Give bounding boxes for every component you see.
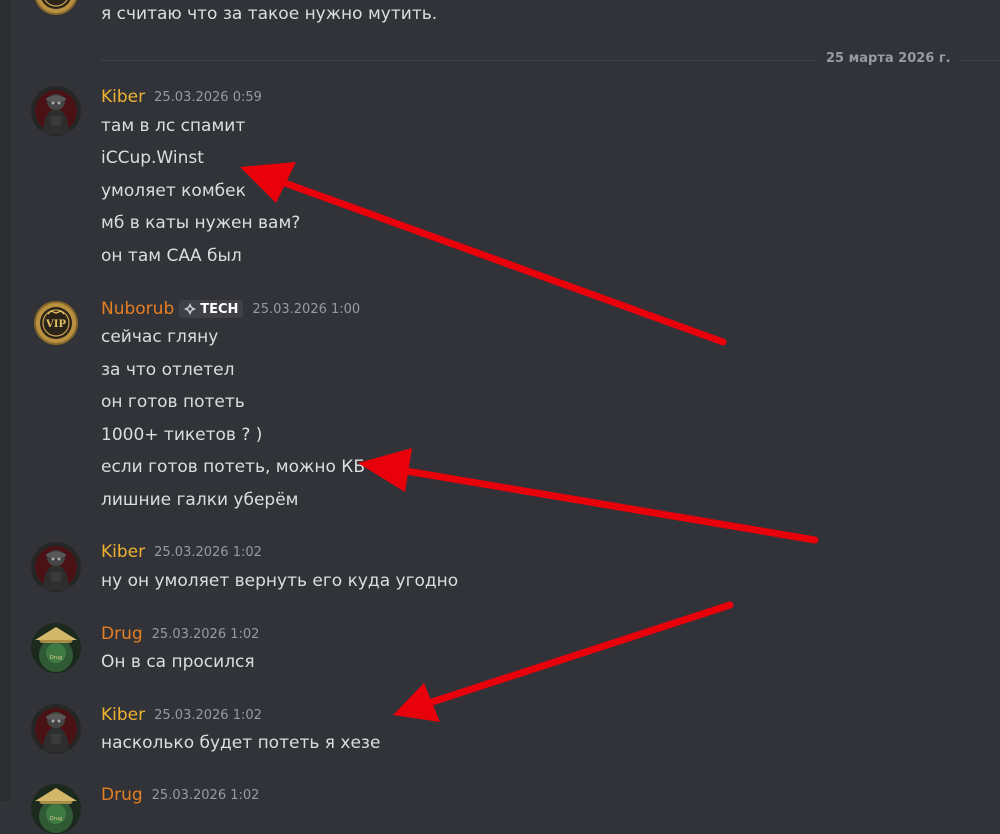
arrow-3 xyxy=(393,601,734,722)
message-text: насколько будет потеть я хезе xyxy=(101,733,381,753)
message-header: Kiber 25.03.2026 0:59 xyxy=(101,86,262,108)
message-header: Kiber 25.03.2026 1:02 xyxy=(101,541,262,563)
message-text: он готов потеть xyxy=(101,392,245,412)
avatar[interactable] xyxy=(31,542,81,592)
arrow-2 xyxy=(358,448,819,544)
author-name[interactable]: Drug xyxy=(101,785,143,805)
message-header: Drug 25.03.2026 1:02 xyxy=(101,784,259,806)
avatar[interactable] xyxy=(31,86,81,136)
author-name[interactable]: Kiber xyxy=(101,87,145,107)
timestamp[interactable]: 25.03.2026 0:59 xyxy=(154,90,262,105)
date-divider-label: 25 марта 2026 г. xyxy=(816,51,961,66)
message-text: там в лс спамит xyxy=(101,116,246,136)
avatar[interactable] xyxy=(31,298,81,348)
message-text: умоляет комбек xyxy=(101,181,246,201)
message-text: он там САА был xyxy=(101,246,242,266)
avatar[interactable] xyxy=(31,0,81,18)
timestamp[interactable]: 25.03.2026 1:02 xyxy=(152,788,260,803)
role-tag[interactable]: TECH xyxy=(179,300,244,318)
timestamp[interactable]: 25.03.2026 1:02 xyxy=(154,708,262,723)
author-name[interactable]: Kiber xyxy=(101,542,145,562)
message-text: iCCup.Winst xyxy=(101,148,204,168)
message-text: я считаю что за такое нужно мутить. xyxy=(101,4,438,24)
timestamp[interactable]: 25.03.2026 1:02 xyxy=(152,627,260,642)
left-panel-edge xyxy=(0,0,11,801)
timestamp[interactable]: 25.03.2026 1:02 xyxy=(154,545,262,560)
author-name[interactable]: Nuborub xyxy=(101,299,174,319)
author-name[interactable]: Kiber xyxy=(101,705,145,725)
message-text: лишние галки уберём xyxy=(101,490,299,510)
message-text: Он в са просился xyxy=(101,652,255,672)
message-text: ну он умоляет вернуть его куда угодно xyxy=(101,571,459,591)
message-text: мб в каты нужен вам? xyxy=(101,213,301,233)
message-header: Kiber 25.03.2026 1:02 xyxy=(101,704,262,726)
message-text: за что отлетел xyxy=(101,360,235,380)
message-header: Drug 25.03.2026 1:02 xyxy=(101,623,259,645)
role-tag-label: TECH xyxy=(200,301,239,317)
author-name[interactable]: Drug xyxy=(101,624,143,644)
message-text: 1000+ тикетов ? ) xyxy=(101,425,263,445)
avatar[interactable] xyxy=(31,623,81,673)
message-text: если готов потеть, можно КБ xyxy=(101,457,365,477)
message-text: сейчас гляну xyxy=(101,327,219,347)
avatar[interactable] xyxy=(31,704,81,754)
message-header: Nuborub TECH 25.03.2026 1:00 xyxy=(101,298,360,320)
avatar[interactable] xyxy=(31,784,81,834)
wrench-icon xyxy=(184,303,197,315)
timestamp[interactable]: 25.03.2026 1:00 xyxy=(252,302,360,317)
